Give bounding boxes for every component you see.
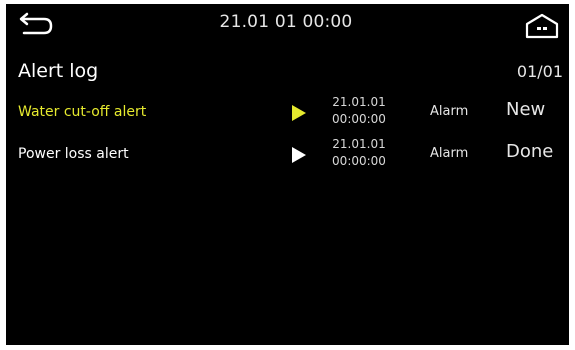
back-button[interactable] xyxy=(14,10,56,40)
alert-status: Done xyxy=(506,141,554,162)
device-screen: 21.01 01 00:00 Alert log 01/01 Water cut… xyxy=(6,4,569,345)
alert-time: 00:00:00 xyxy=(332,112,386,126)
alert-timestamp: 21.01.01 00:00:00 xyxy=(322,94,396,128)
alert-date: 21.01.01 xyxy=(332,95,386,109)
alert-name: Water cut-off alert xyxy=(18,104,147,120)
play-icon[interactable] xyxy=(292,105,306,121)
play-icon[interactable] xyxy=(292,147,306,163)
alert-type: Alarm xyxy=(430,104,469,119)
page-counter: 01/01 xyxy=(516,62,563,81)
alert-date: 21.01.01 xyxy=(332,137,386,151)
alert-type: Alarm xyxy=(430,146,469,161)
page-title: Alert log xyxy=(18,60,99,82)
alert-status: New xyxy=(506,99,546,120)
alert-name: Power loss alert xyxy=(18,146,129,162)
datetime-display: 21.01 01 00:00 xyxy=(219,12,353,32)
alert-row[interactable]: Power loss alert 21.01.01 00:00:00 Alarm Don… xyxy=(6,136,569,180)
alert-row[interactable]: Water cut-off alert 21.01.01 00:00:00 Alarm… xyxy=(6,94,569,138)
home-icon xyxy=(525,13,559,39)
home-button[interactable] xyxy=(522,10,562,42)
back-arrow-icon xyxy=(19,12,53,35)
top-bar: 21.01 01 00:00 xyxy=(6,4,569,44)
alert-time: 00:00:00 xyxy=(332,154,386,168)
alert-timestamp: 21.01.01 00:00:00 xyxy=(322,136,396,170)
